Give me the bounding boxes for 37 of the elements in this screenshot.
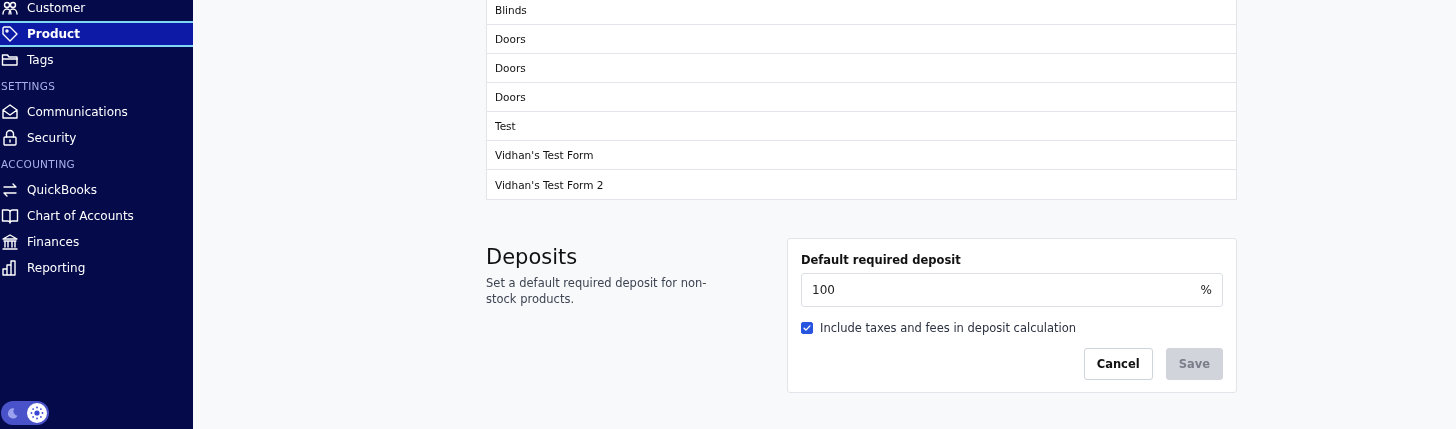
field-label: Default required deposit xyxy=(801,253,962,267)
people-icon xyxy=(1,0,19,17)
sidebar-item[interactable]: Tags xyxy=(0,47,193,73)
folder-icon xyxy=(1,51,19,69)
sidebar-item[interactable]: Product xyxy=(0,21,193,47)
sidebar-item[interactable]: Communications xyxy=(0,99,193,125)
sun-icon xyxy=(30,406,44,420)
sidebar-item[interactable]: Reporting xyxy=(0,255,193,281)
table-cell: Doors xyxy=(487,54,1236,83)
sidebar-item[interactable]: Security xyxy=(0,125,193,151)
table-cell: Doors xyxy=(487,25,1236,54)
moon-icon xyxy=(6,406,19,420)
section-heading: SETTINGS xyxy=(0,79,57,94)
table-cell: Blinds xyxy=(487,0,1236,25)
deposit-input-field[interactable]: 100 % xyxy=(801,273,1223,307)
envelope-icon xyxy=(1,103,19,121)
checkbox[interactable] xyxy=(801,322,813,334)
table-cell: Doors xyxy=(487,83,1236,112)
section-title: Deposits xyxy=(486,245,579,269)
theme-toggle[interactable] xyxy=(1,401,49,425)
sidebar-item[interactable]: Customer xyxy=(0,0,193,21)
sidebar-item[interactable]: Chart of Accounts xyxy=(0,203,193,229)
sidebar-item[interactable]: Finances xyxy=(0,229,193,255)
arrows-icon xyxy=(1,181,19,199)
table-cell-text: Vidhan's Test Form 2 xyxy=(494,177,605,193)
table-cell: Test xyxy=(487,112,1236,141)
checkbox-label: Include taxes and fees in deposit calculation xyxy=(820,321,1077,335)
table-cell: Vidhan's Test Form xyxy=(487,141,1236,170)
book-icon xyxy=(1,207,19,225)
bar-chart-icon xyxy=(1,259,19,277)
tag-icon xyxy=(1,25,19,43)
bank-icon xyxy=(1,233,19,251)
lock-icon xyxy=(1,129,19,147)
sidebar-item[interactable]: QuickBooks xyxy=(0,177,193,203)
cancel-button[interactable]: Cancel xyxy=(1083,348,1153,380)
section-description: Set a default required deposit for non-stock products. xyxy=(486,275,708,307)
section-heading: ACCOUNTING xyxy=(0,157,76,172)
